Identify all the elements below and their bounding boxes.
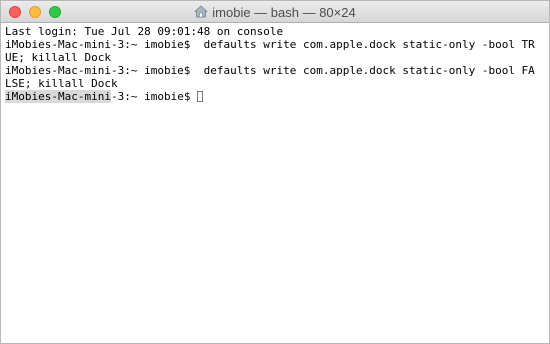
title-bar[interactable]: imobie — bash — 80×24 xyxy=(1,1,549,23)
terminal-line-command-false-cont: LSE; killall Dock xyxy=(5,77,118,90)
window-title: imobie — bash — 80×24 xyxy=(212,4,356,20)
text-cursor xyxy=(197,91,204,102)
terminal-window: imobie — bash — 80×24 Last login: Tue Ju… xyxy=(0,0,550,344)
terminal-content[interactable]: Last login: Tue Jul 28 09:01:48 on conso… xyxy=(1,23,549,343)
terminal-line-command-false: iMobies-Mac-mini-3:~ imobie$ defaults wr… xyxy=(5,64,535,77)
terminal-line-command-true-cont: UE; killall Dock xyxy=(5,51,111,64)
terminal-prompt-line[interactable]: iMobies-Mac-mini-3:~ imobie$ xyxy=(5,90,549,103)
terminal-line-last-login: Last login: Tue Jul 28 09:01:48 on conso… xyxy=(5,25,284,38)
terminal-line-command-true: iMobies-Mac-mini-3:~ imobie$ defaults wr… xyxy=(5,38,535,51)
prompt-host-highlight: iMobies-Mac-mini xyxy=(5,90,111,103)
window-title-area: imobie — bash — 80×24 xyxy=(1,1,549,23)
home-folder-icon xyxy=(194,4,209,18)
prompt-text: -3:~ imobie$ xyxy=(110,90,198,103)
